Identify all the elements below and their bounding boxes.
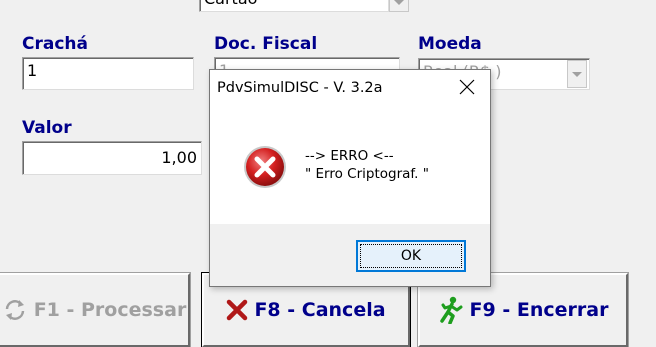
processar-label: F1 - Processar — [33, 299, 187, 321]
dialog-footer: OK — [210, 224, 490, 286]
dialog-body: --> ERRO <-- " Erro Criptograf. " — [210, 108, 490, 224]
ok-label: OK — [400, 248, 422, 264]
encerrar-label: F9 - Encerrar — [469, 299, 609, 321]
dialog-message-line2: " Erro Criptograf. " — [305, 166, 429, 182]
cracha-value: 1 — [27, 61, 38, 80]
valor-input[interactable]: 1,00 — [22, 141, 202, 175]
dialog-close-button[interactable] — [444, 70, 490, 108]
refresh-icon — [2, 297, 28, 323]
payment-type-value: Cartão — [204, 0, 257, 8]
close-icon — [226, 299, 248, 321]
running-man-icon — [438, 296, 464, 324]
valor-value: 1,00 — [161, 148, 197, 167]
ok-button[interactable]: OK — [356, 240, 466, 272]
dialog-message-line1: --> ERRO <-- — [305, 148, 394, 164]
cracha-input[interactable]: 1 — [22, 57, 194, 90]
valor-label: Valor — [22, 118, 72, 138]
close-icon — [459, 79, 475, 99]
error-dialog: PdvSimulDISC - V. 3.2a --> ERRO <-- " Er… — [209, 69, 491, 287]
payment-type-combo[interactable]: Cartão — [199, 0, 389, 12]
error-icon — [242, 144, 288, 190]
moeda-dropdown-arrow[interactable] — [567, 60, 587, 88]
cracha-label: Crachá — [22, 34, 88, 54]
cancela-label: F8 - Cancela — [254, 299, 386, 321]
dialog-title: PdvSimulDISC - V. 3.2a — [217, 80, 383, 96]
processar-button[interactable]: F1 - Processar — [0, 272, 191, 347]
payment-type-dropdown-arrow[interactable] — [389, 0, 409, 12]
moeda-label: Moeda — [418, 34, 482, 54]
doc-fiscal-label: Doc. Fiscal — [214, 34, 318, 54]
